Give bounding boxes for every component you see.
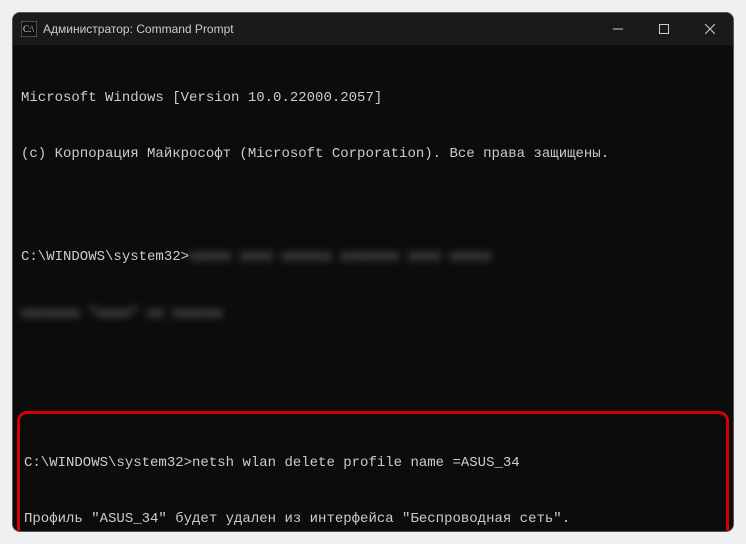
highlighted-command-block: C:\WINDOWS\system32>netsh wlan delete pr…: [17, 411, 729, 531]
command-text: netsh wlan delete profile name =ASUS_34: [192, 455, 520, 471]
prompt-text: C:\WINDOWS\system32>: [24, 455, 192, 471]
terminal-output[interactable]: Microsoft Windows [Version 10.0.22000.20…: [13, 45, 733, 531]
version-line: Microsoft Windows [Version 10.0.22000.20…: [21, 89, 725, 108]
maximize-button[interactable]: [641, 13, 687, 45]
blank-line: [21, 202, 725, 210]
command-prompt-window: C:\ Администратор: Command Prompt Micros…: [12, 12, 734, 532]
titlebar[interactable]: C:\ Администратор: Command Prompt: [13, 13, 733, 45]
prompt-line-1: C:\WINDOWS\system32>xxxxx xxxx xxxxxx xx…: [21, 248, 725, 267]
prompt-text: C:\WINDOWS\system32>: [21, 249, 189, 265]
window-title: Администратор: Command Prompt: [43, 22, 234, 36]
highlighted-result-line: Профиль "ASUS_34" будет удален из интерф…: [24, 510, 722, 529]
blurred-output: xxxxxxx "xxxx" xx xxxxxx: [21, 305, 725, 324]
copyright-line: (c) Корпорация Майкрософт (Microsoft Cor…: [21, 145, 725, 164]
close-button[interactable]: [687, 13, 733, 45]
minimize-button[interactable]: [595, 13, 641, 45]
highlighted-command-line: C:\WINDOWS\system32>netsh wlan delete pr…: [24, 454, 722, 473]
svg-text:C:\: C:\: [23, 24, 35, 34]
blank-line: [21, 361, 725, 369]
blurred-command: xxxxx xxxx xxxxxx xxxxxxx xxxx xxxxx: [189, 249, 491, 265]
cmd-icon: C:\: [21, 21, 37, 37]
